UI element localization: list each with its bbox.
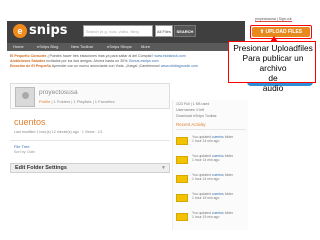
search-filter-select[interactable]: All Files <box>155 25 173 37</box>
news-headline: Emoción de El Pequeño <box>10 64 51 68</box>
recent-activity-heading: Recent Activity <box>176 122 206 127</box>
account-links[interactable]: proyectosusa | Sign out <box>255 17 292 22</box>
activity-text: You updated cuentos folder 1 hour 14 min … <box>192 154 233 162</box>
nav-item-blog[interactable]: eSnips Blog <box>37 44 58 49</box>
search-input[interactable]: Search (e.g. rock, video, files) <box>83 25 153 37</box>
news-link[interactable]: www.ekidsnick.com <box>154 54 185 58</box>
news-list: El Pequeño Consorte ¿Puedes hacer tres e… <box>10 54 210 69</box>
nav-item-toolbar[interactable]: New Toolbar <box>71 44 93 49</box>
activity-time: 1 hour 14 min ago <box>192 158 220 162</box>
callout-line: de <box>268 73 278 83</box>
activity-suffix: folder <box>223 211 234 215</box>
nav-item-shops[interactable]: eSnips Shops <box>107 44 132 49</box>
folder-icon <box>176 137 188 145</box>
profile-panel: proyectosusa Profile | 1 Folders | 1 Pla… <box>10 83 170 109</box>
toolbar-download-link[interactable]: Download eSnips Toolbar <box>176 114 217 118</box>
folder-icon <box>176 175 188 183</box>
profile-counts: | 1 Folders | 1 Playlists | 1 Favorites <box>50 99 115 104</box>
news-link[interactable]: www.cbldiagnostic.com <box>161 64 198 68</box>
activity-time: 1 hour 14 min ago <box>192 177 220 181</box>
news-text: invitados por los dos amigos. Ahorra has… <box>45 59 130 63</box>
site-header: e snips Search (e.g. rock, video, files)… <box>7 21 245 43</box>
activity-item[interactable]: You updated cuentos folder 1 hour 14 min … <box>176 153 248 173</box>
news-link[interactable]: Bonus.esnips.com <box>129 59 158 63</box>
activity-item[interactable]: You updated cuentos folder 1 hour 14 min … <box>176 134 248 154</box>
folder-panel: cuentos Last modified 1 hour(s) 12 minut… <box>10 112 170 165</box>
file-tree-link[interactable]: File Tree <box>14 144 30 149</box>
news-item[interactable]: Emoción de El Pequeño Aprender con un nu… <box>10 64 210 69</box>
chevron-down-icon[interactable]: ▼ <box>161 165 166 171</box>
profile-stats: Profile | 1 Folders | 1 Playlists | 1 Fa… <box>39 99 115 104</box>
folder-meta: Last modified 1 hour(s) 12 minute(s) ago… <box>14 130 103 134</box>
avatar[interactable] <box>15 87 35 107</box>
news-headline: Ambiciosos Saludos <box>10 59 46 63</box>
callout-line: Para publicar un archivo <box>242 53 304 73</box>
activity-item[interactable]: You updated cuentos folder 1 hour 15 min … <box>176 191 248 211</box>
activity-suffix: folder <box>223 154 234 158</box>
profile-link[interactable]: Profile <box>39 99 50 104</box>
folder-icon <box>176 194 188 202</box>
upload-files-button[interactable]: ⬆ UPLOAD FILES <box>252 27 310 37</box>
activity-text: You updated cuentos folder 1 hour 14 min … <box>192 173 233 181</box>
esnips-logo-icon[interactable]: e <box>13 24 27 38</box>
upload-label: UPLOAD FILES <box>265 29 303 35</box>
news-headline: El Pequeño Consorte <box>10 54 47 58</box>
activity-time: 1 hour 14 min ago <box>192 139 220 143</box>
activity-time: 1 hour 15 min ago <box>192 215 220 219</box>
folder-icon <box>176 213 188 221</box>
edit-folder-settings-title: Edit Folder Settings <box>15 165 67 171</box>
activity-suffix: folder <box>223 192 234 196</box>
activity-time: 1 hour 15 min ago <box>192 196 220 200</box>
usernames-info: Usernames: 0 left <box>176 108 205 112</box>
callout-text: Presionar Uploadfiles Para publicar un a… <box>229 43 317 93</box>
activity-text: You updated cuentos folder 1 hour 15 min … <box>192 192 233 200</box>
activity-item[interactable]: You updated cuentos folder 1 hour 14 min … <box>176 172 248 192</box>
news-text: ¿Puedes hacer tres estaciones más ya par… <box>46 54 155 58</box>
edit-folder-settings-bar[interactable]: Edit Folder Settings ▼ <box>10 163 170 173</box>
folder-icon <box>176 156 188 164</box>
main-nav: Home eSnips Blog New Toolbar eSnips Shop… <box>7 43 245 51</box>
right-sidebar: 1/23 Full | 1 KB used Usernames: 0 left … <box>172 100 248 230</box>
divider <box>10 140 170 141</box>
folder-title[interactable]: cuentos <box>14 117 46 127</box>
activity-text: You updated cuentos folder 1 hour 14 min … <box>192 135 233 143</box>
activity-suffix: folder <box>223 135 234 139</box>
nav-item-home[interactable]: Home <box>13 44 24 49</box>
activity-item[interactable]: You updated cuentos folder 1 hour 15 min … <box>176 210 248 230</box>
news-text: Aprender con un nuevo anunciante con Yod… <box>50 64 161 68</box>
activity-suffix: folder <box>223 173 234 177</box>
callout-line: audio <box>262 83 284 93</box>
callout-line: Presionar Uploadfiles <box>233 43 313 53</box>
logo-text[interactable]: snips <box>29 23 68 38</box>
search-button[interactable]: SEARCH <box>174 25 196 37</box>
profile-username[interactable]: proyectosusa <box>39 89 78 96</box>
nav-item-more[interactable]: More <box>141 44 150 49</box>
divider <box>176 129 246 130</box>
storage-info: 1/23 Full | 1 KB used <box>176 102 210 106</box>
activity-text: You updated cuentos folder 1 hour 15 min … <box>192 211 233 219</box>
instruction-callout: Presionar Uploadfiles Para publicar un a… <box>228 41 316 93</box>
sort-label: Sort by: Date <box>14 150 35 154</box>
